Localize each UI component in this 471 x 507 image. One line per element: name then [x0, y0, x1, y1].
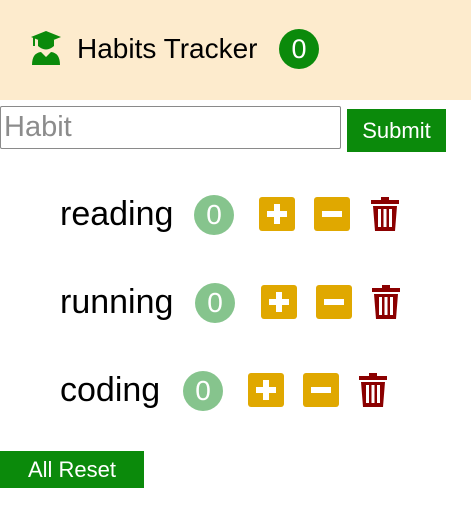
navbar: Habits Tracker 0: [0, 0, 471, 100]
habit-name: coding: [60, 371, 161, 409]
habit-count-badge: 0: [195, 283, 235, 323]
app-title: Habits Tracker: [77, 33, 258, 64]
trash-icon[interactable]: [370, 197, 400, 231]
plus-square-icon[interactable]: [259, 197, 295, 231]
all-reset-button[interactable]: All Reset: [0, 451, 144, 488]
plus-square-icon[interactable]: [248, 373, 284, 407]
trash-icon[interactable]: [371, 285, 401, 319]
habit-name: reading: [60, 195, 174, 233]
habit-count-badge: 0: [183, 371, 223, 411]
trash-icon[interactable]: [358, 373, 388, 407]
submit-button[interactable]: Submit: [347, 109, 446, 152]
minus-square-icon[interactable]: [316, 285, 352, 319]
minus-square-icon[interactable]: [303, 373, 339, 407]
habit-row: coding 0: [60, 367, 410, 413]
habit-count-badge: 0: [194, 195, 234, 235]
habit-name: running: [60, 283, 174, 321]
habit-row: running 0: [60, 279, 410, 325]
habit-row: reading 0: [60, 191, 410, 237]
habit-input[interactable]: [0, 106, 341, 149]
plus-square-icon[interactable]: [261, 285, 297, 319]
minus-square-icon[interactable]: [314, 197, 350, 231]
total-count-badge: 0: [279, 29, 319, 69]
graduate-user-icon: [31, 31, 61, 65]
